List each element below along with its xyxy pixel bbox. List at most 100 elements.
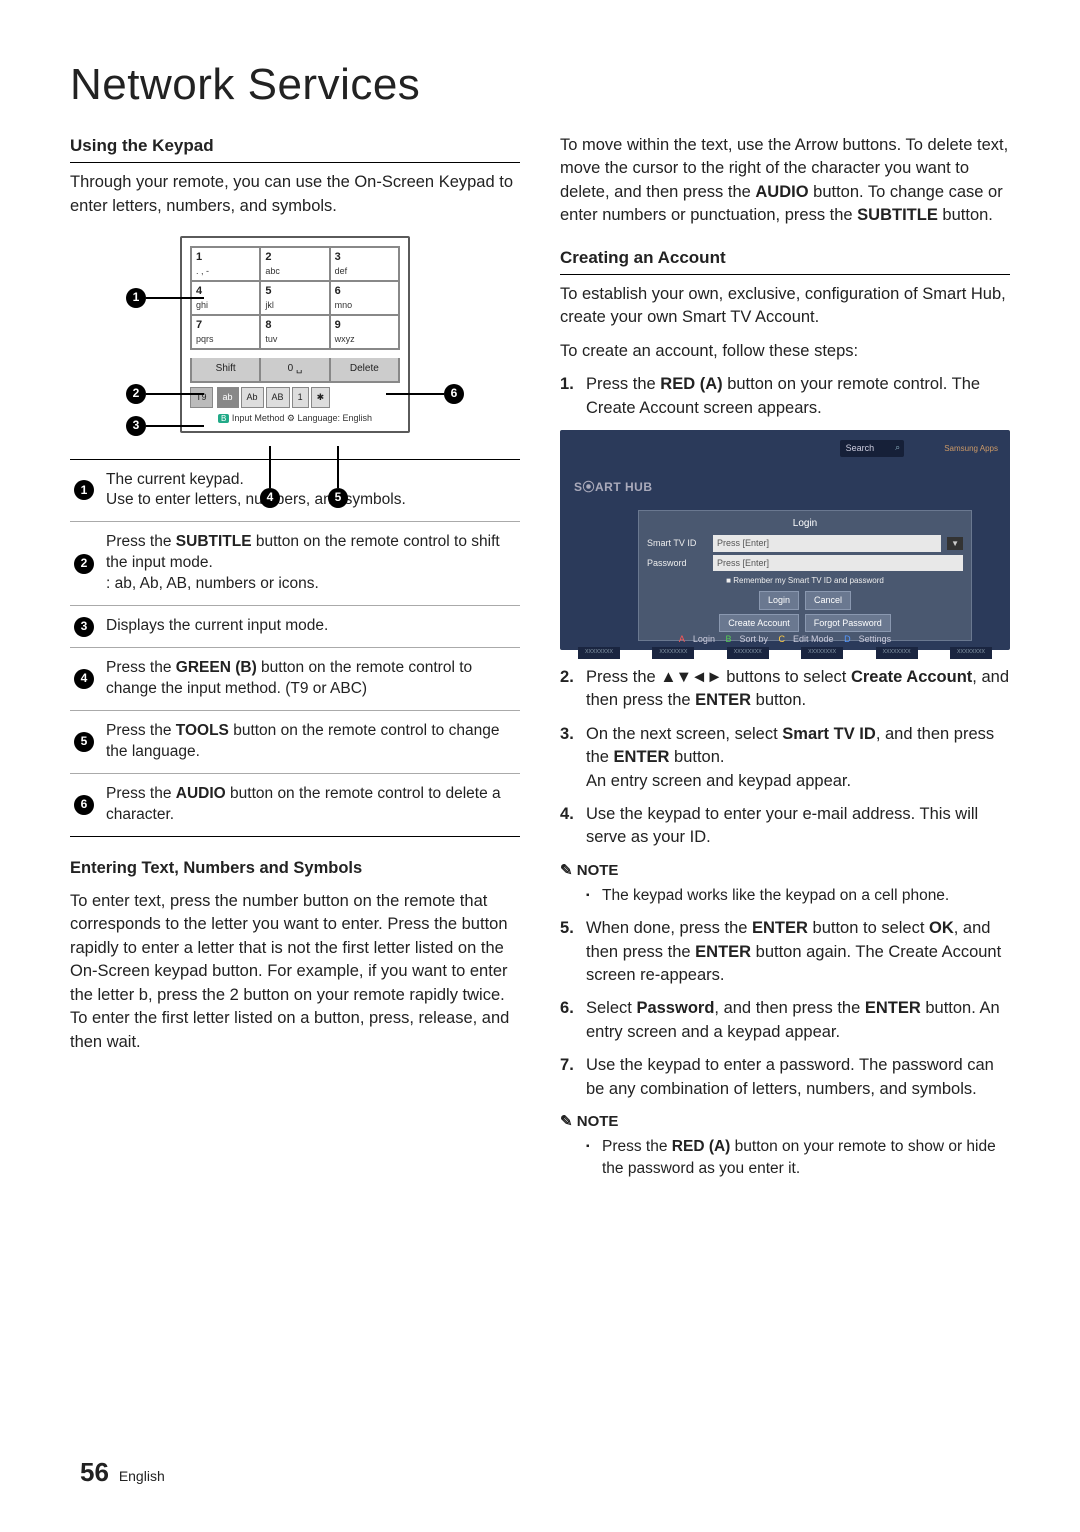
hub-logo: S⦿ART HUB xyxy=(574,479,653,496)
content-columns: Using the Keypad Through your remote, yo… xyxy=(70,134,1010,1190)
using-keypad-heading: Using the Keypad xyxy=(70,134,520,163)
hub-pw-input: Press [Enter] xyxy=(713,555,963,572)
legend-number: 5 xyxy=(74,732,94,752)
step-5: When done, press the ENTER button to sel… xyxy=(560,917,1010,987)
keypad-footer: B Input Method ⚙ Language: English xyxy=(182,408,408,431)
hub-id-input: Press [Enter] xyxy=(713,535,941,552)
step-6: Select Password, and then press the ENTE… xyxy=(560,997,1010,1044)
dropdown-icon: ▼ xyxy=(947,537,963,550)
keypad-delete: Delete xyxy=(330,358,399,382)
legend-text: Displays the current input mode. xyxy=(106,616,516,637)
keypad-key: 1. , - xyxy=(191,247,260,281)
step-1: Press the RED (A) button on your remote … xyxy=(560,373,1010,420)
entering-text-heading: Entering Text, Numbers and Symbols xyxy=(70,857,520,880)
note-list-2: Press the RED (A) button on your remote … xyxy=(560,1136,1010,1180)
keypad-mode: ab xyxy=(217,387,239,408)
hub-create-account-button: Create Account xyxy=(719,614,799,633)
keypad-footer-text: Input Method ⚙ Language: English xyxy=(232,413,372,423)
legend-text: Press the TOOLS button on the remote con… xyxy=(106,721,516,763)
keypad-key: 5jkl xyxy=(260,281,329,315)
creating-account-para2: To create an account, follow these steps… xyxy=(560,340,1010,363)
legend-number: 2 xyxy=(74,554,94,574)
note-2-item: Press the RED (A) button on your remote … xyxy=(586,1136,1010,1180)
legend-text: The current keypad.Use to enter letters,… xyxy=(106,470,516,512)
creating-account-heading: Creating an Account xyxy=(560,246,1010,275)
keypad-zero: 0 ␣ xyxy=(260,358,329,382)
note-label-1: NOTE xyxy=(560,860,1010,881)
step-7: Use the keypad to enter a password. The … xyxy=(560,1054,1010,1101)
legend-text: Press the AUDIO button on the remote con… xyxy=(106,784,516,826)
callout-5-marker: 5 xyxy=(328,488,348,508)
keypad-key: 6mno xyxy=(330,281,399,315)
keypad-key: 3def xyxy=(330,247,399,281)
hub-thumb: xxxxxxxx xyxy=(727,647,769,659)
keypad-legend: 1 The current keypad.Use to enter letters… xyxy=(70,459,520,837)
move-text-para: To move within the text, use the Arrow b… xyxy=(560,134,1010,228)
hub-thumb: xxxxxxxx xyxy=(950,647,992,659)
creating-account-para1: To establish your own, exclusive, config… xyxy=(560,283,1010,330)
legend-number: 4 xyxy=(74,669,94,689)
steps-list: Press the RED (A) button on your remote … xyxy=(560,373,1010,420)
right-column: To move within the text, use the Arrow b… xyxy=(560,134,1010,1190)
callout-1-marker: 1 xyxy=(126,288,146,308)
hub-dialog-title: Login xyxy=(647,517,963,531)
hub-login-button: Login xyxy=(759,591,799,610)
legend-row: 5 Press the TOOLS button on the remote co… xyxy=(70,711,520,774)
page-number: 56 xyxy=(80,1457,109,1487)
step-2: Press the ▲▼◄► buttons to select Create … xyxy=(560,666,1010,713)
hub-pw-label: Password xyxy=(647,557,707,570)
legend-row: 1 The current keypad.Use to enter letters… xyxy=(70,460,520,523)
keypad-shift: Shift xyxy=(191,358,260,382)
hub-search: Search xyxy=(840,440,905,457)
legend-row: 2 Press the SUBTITLE button on the remote… xyxy=(70,522,520,606)
keypad-footer-badge: B xyxy=(218,414,229,423)
page-footer: 56 English xyxy=(80,1457,165,1488)
legend-number: 3 xyxy=(74,617,94,637)
note-label-2: NOTE xyxy=(560,1111,1010,1132)
step-4: Use the keypad to enter your e-mail addr… xyxy=(560,803,1010,850)
smarthub-login-screenshot: Search Samsung Apps S⦿ART HUB Login Smar… xyxy=(560,430,1010,650)
legend-row: 3 Displays the current input mode. xyxy=(70,606,520,648)
legend-text: Press the SUBTITLE button on the remote … xyxy=(106,532,516,595)
hub-forgot-password-button: Forgot Password xyxy=(805,614,891,633)
legend-text: Press the GREEN (B) button on the remote… xyxy=(106,658,516,700)
hub-remember: Remember my Smart TV ID and password xyxy=(647,575,963,586)
keypad-body: 1. , -2abc3def4ghi5jkl6mno7pqrs8tuv9wxyz… xyxy=(180,236,410,433)
legend-row: 6 Press the AUDIO button on the remote co… xyxy=(70,774,520,836)
callout-2-marker: 2 xyxy=(126,384,146,404)
callout-6-marker: 6 xyxy=(444,384,464,404)
steps-list-2: Press the ▲▼◄► buttons to select Create … xyxy=(560,666,1010,850)
note-list-1: The keypad works like the keypad on a ce… xyxy=(560,885,1010,907)
hub-thumb: xxxxxxxx xyxy=(652,647,694,659)
legend-number: 1 xyxy=(74,480,94,500)
step-3: On the next screen, select Smart TV ID, … xyxy=(560,723,1010,793)
page-title: Network Services xyxy=(70,60,1010,110)
keypad-key: 2abc xyxy=(260,247,329,281)
steps-list-3: When done, press the ENTER button to sel… xyxy=(560,917,1010,1101)
hub-apps-label: Samsung Apps xyxy=(944,443,998,454)
entering-text-para: To enter text, press the number button o… xyxy=(70,890,520,1054)
keypad-mode: ✱ xyxy=(311,387,331,408)
note-1-item: The keypad works like the keypad on a ce… xyxy=(586,885,1010,907)
page-language: English xyxy=(119,1468,165,1484)
legend-row: 4 Press the GREEN (B) button on the remot… xyxy=(70,648,520,711)
hub-thumb: xxxxxxxx xyxy=(578,647,620,659)
hub-id-label: Smart TV ID xyxy=(647,537,707,550)
keypad-key: 9wxyz xyxy=(330,315,399,349)
legend-number: 6 xyxy=(74,795,94,815)
hub-thumb: xxxxxxxx xyxy=(801,647,843,659)
hub-thumb: xxxxxxxx xyxy=(876,647,918,659)
using-keypad-intro: Through your remote, you can use the On-… xyxy=(70,171,520,218)
hub-footer: ALogin BSort by CEdit Mode DSettings xyxy=(560,633,1010,646)
keypad-mode: 1 xyxy=(292,387,309,408)
keypad-key: 7pqrs xyxy=(191,315,260,349)
callout-4-marker: 4 xyxy=(260,488,280,508)
hub-cancel-button: Cancel xyxy=(805,591,851,610)
hub-login-dialog: Login Smart TV ID Press [Enter] ▼ Passwo… xyxy=(638,510,972,642)
left-column: Using the Keypad Through your remote, yo… xyxy=(70,134,520,1190)
callout-3-marker: 3 xyxy=(126,416,146,436)
keypad-mode: Ab xyxy=(241,387,264,408)
keypad-key: 8tuv xyxy=(260,315,329,349)
keypad-mode: AB xyxy=(266,387,290,408)
keypad-diagram: 1. , -2abc3def4ghi5jkl6mno7pqrs8tuv9wxyz… xyxy=(70,236,520,433)
